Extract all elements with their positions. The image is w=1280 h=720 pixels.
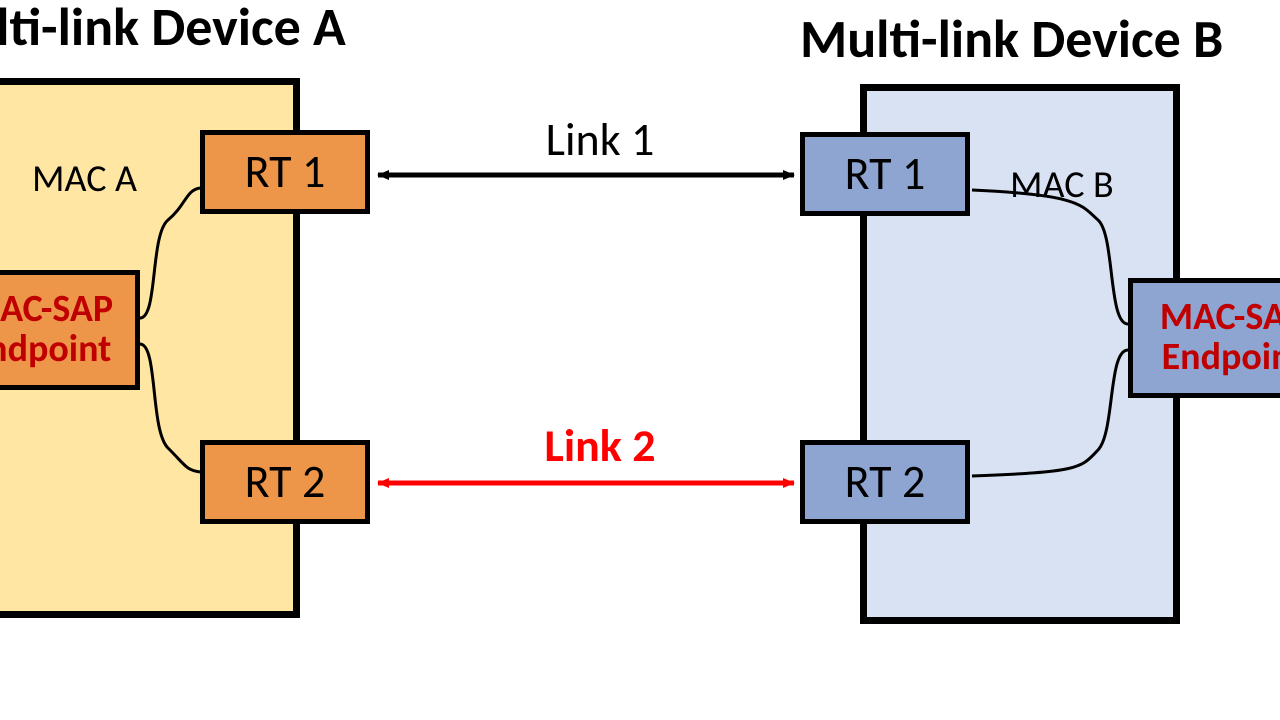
link2-label: Link 2	[510, 418, 690, 474]
device-b-mac-label: MAC B	[1010, 162, 1114, 208]
device-a-rt2: RT 2	[200, 440, 370, 524]
device-b-endpoint-text: MAC-SAP Endpoint	[1160, 298, 1280, 378]
device-a-endpoint: MAC-SAP Endpoint	[0, 270, 140, 390]
device-a-mac-label: MAC A	[32, 156, 137, 202]
device-a-endpoint-text: MAC-SAP Endpoint	[0, 290, 113, 370]
link1-label: Link 1	[510, 112, 690, 168]
device-b-rt1: RT 1	[800, 132, 970, 216]
device-a-title: Multi-link Device A	[0, 0, 440, 60]
device-b-rt2: RT 2	[800, 440, 970, 524]
device-b-title: Multi-link Device B	[800, 6, 1280, 72]
diagram-stage: Multi-link Device A Multi-link Device B …	[0, 0, 1280, 720]
device-a-rt1: RT 1	[200, 130, 370, 214]
device-b-endpoint: MAC-SAP Endpoint	[1128, 278, 1280, 398]
